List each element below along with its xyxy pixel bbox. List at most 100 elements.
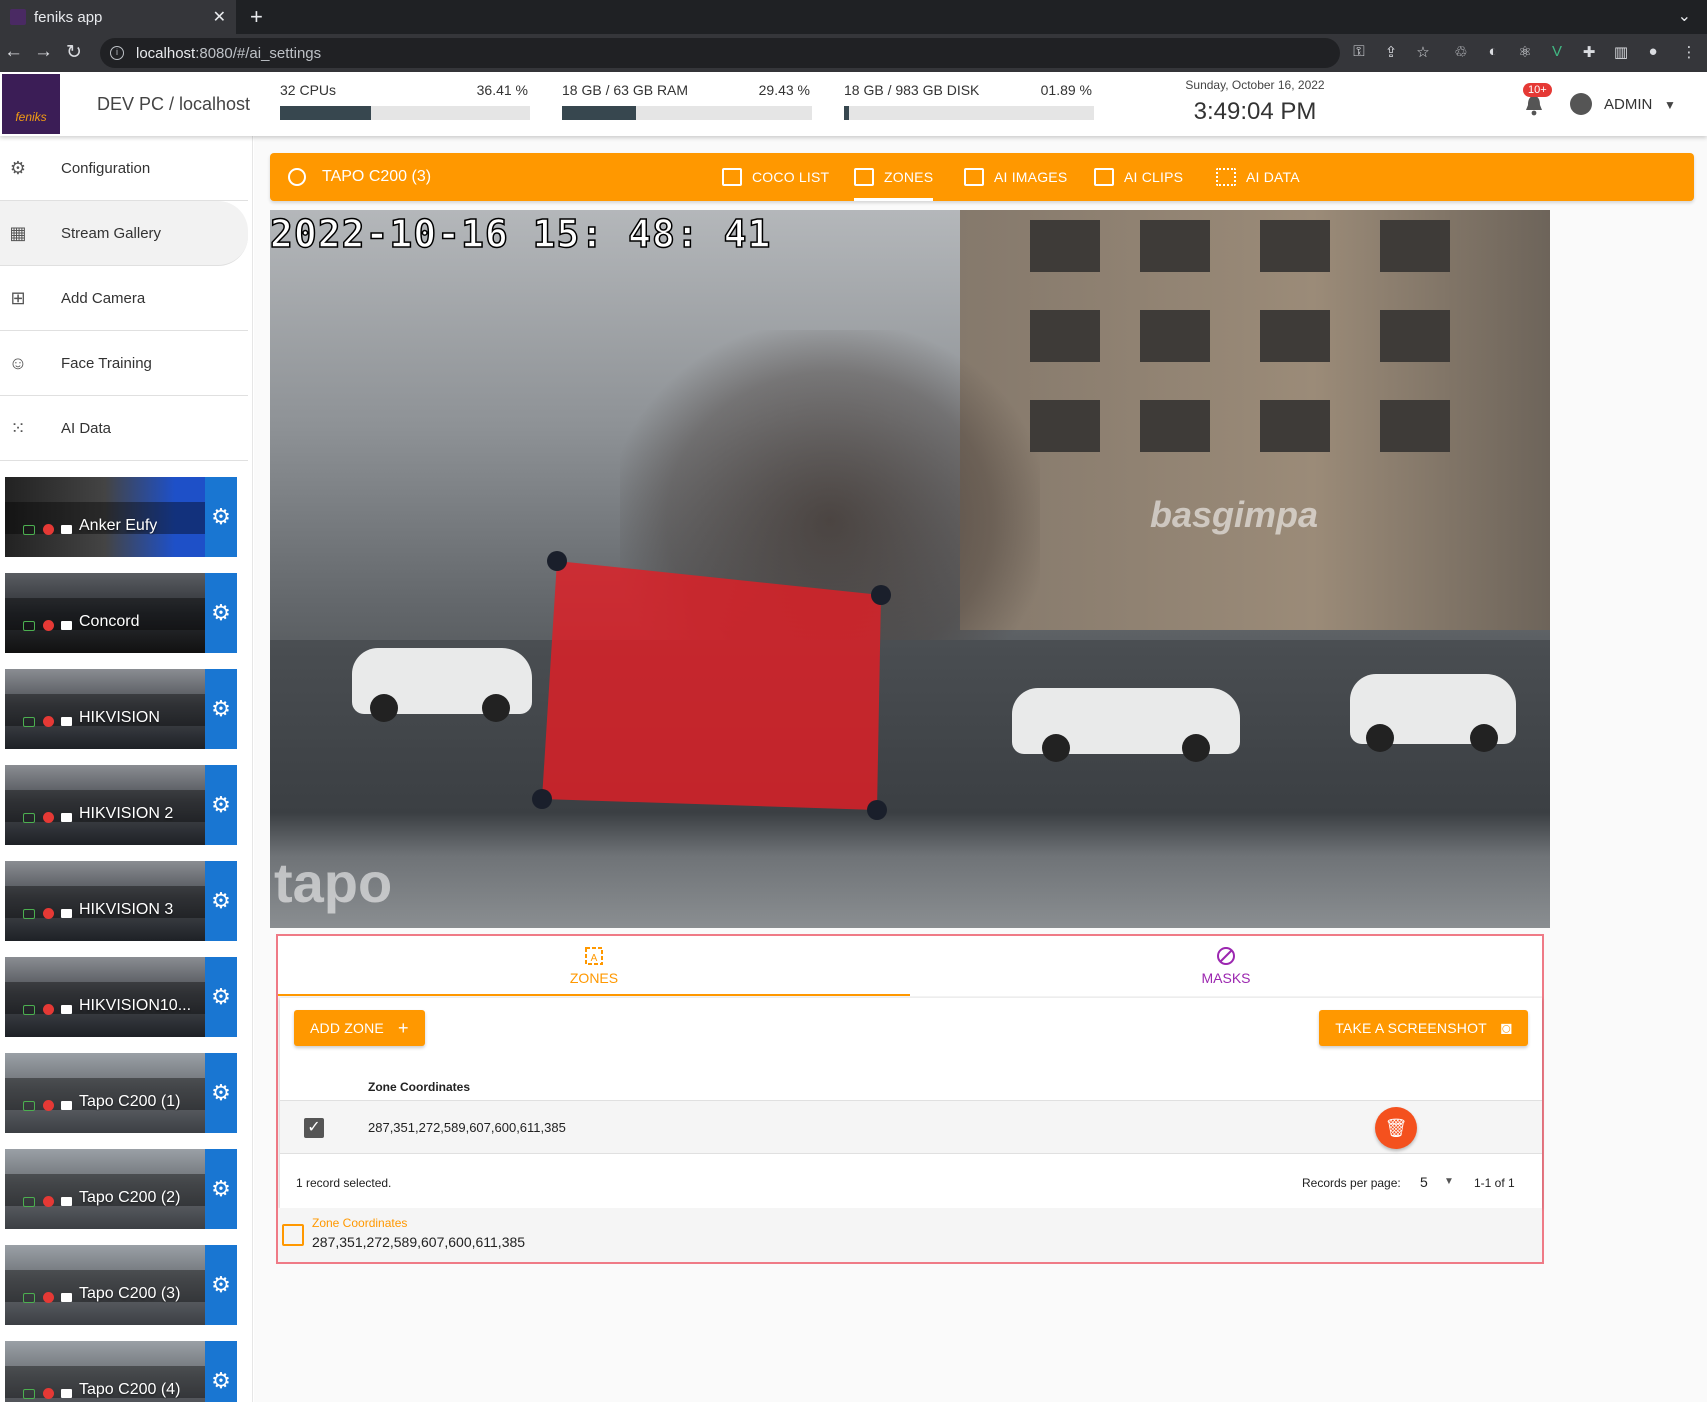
notification-badge: 10+ bbox=[1523, 83, 1552, 97]
tab-ai-data[interactable]: AI DATA bbox=[1216, 153, 1300, 201]
zone-overlay[interactable] bbox=[270, 210, 1550, 928]
tab-coco-list[interactable]: COCO LIST bbox=[722, 153, 829, 201]
camera-video-frame[interactable]: basgimpa 2022-10-16 15: 48: 41 tapo bbox=[270, 210, 1550, 928]
browser-menu-icon[interactable]: ⋮ bbox=[1680, 43, 1698, 61]
tab-zones[interactable]: ZONES bbox=[854, 153, 934, 201]
add-box-icon: ⊞ bbox=[10, 288, 26, 308]
take-screenshot-button[interactable]: TAKE A SCREENSHOT ◙ bbox=[1319, 1010, 1528, 1046]
camera-card[interactable]: HIKVISION 2 ⚙ bbox=[5, 765, 237, 845]
camera-thumbnail[interactable]: Tapo C200 (3) bbox=[5, 1245, 205, 1325]
zone-handle[interactable] bbox=[871, 585, 891, 605]
extensions-puzzle-icon[interactable]: ✚ bbox=[1580, 43, 1598, 61]
nav-item-add-camera[interactable]: ⊞ Add Camera bbox=[0, 266, 248, 331]
camera-card[interactable]: Concord ⚙ bbox=[5, 573, 237, 653]
camera-settings-gear-icon[interactable]: ⚙ bbox=[205, 669, 237, 749]
new-tab-icon[interactable]: + bbox=[250, 4, 263, 30]
tab-label: COCO LIST bbox=[752, 169, 830, 185]
tab-label: AI DATA bbox=[1246, 169, 1300, 185]
camera-thumbnail[interactable]: Anker Eufy bbox=[5, 477, 205, 557]
feniks-logo[interactable]: feniks bbox=[2, 74, 60, 134]
camera-thumbnail[interactable]: HIKVISION bbox=[5, 669, 205, 749]
camera-settings-gear-icon[interactable]: ⚙ bbox=[205, 957, 237, 1037]
tab-label: AI IMAGES bbox=[994, 169, 1068, 185]
records-per-page-select[interactable]: 5 bbox=[1420, 1174, 1428, 1190]
nav-item-configuration[interactable]: ⚙ Configuration bbox=[0, 136, 248, 201]
zone-handle[interactable] bbox=[547, 551, 567, 571]
profile-icon[interactable]: ● bbox=[1644, 43, 1662, 61]
tab-ai-clips[interactable]: AI CLIPS bbox=[1094, 153, 1183, 201]
camera-thumbnail[interactable]: Concord bbox=[5, 573, 205, 653]
share-icon[interactable]: ⇪ bbox=[1382, 43, 1400, 61]
camera-card[interactable]: Tapo C200 (1) ⚙ bbox=[5, 1053, 237, 1133]
extension-react-icon[interactable]: ⚛ bbox=[1516, 43, 1534, 61]
camera-settings-gear-icon[interactable]: ⚙ bbox=[205, 765, 237, 845]
record-dot-icon bbox=[43, 1004, 54, 1015]
camera-name: Tapo C200 (2) bbox=[79, 1189, 181, 1206]
logo-text: feniks bbox=[15, 110, 47, 124]
videocam-icon bbox=[61, 909, 72, 918]
tab-label: AI CLIPS bbox=[1124, 169, 1184, 185]
key-icon[interactable]: ⚿ bbox=[1350, 43, 1368, 61]
nav-item-face-training[interactable]: ☺ Face Training bbox=[0, 331, 248, 396]
disk-label: 18 GB / 983 GB DISK bbox=[844, 82, 980, 98]
camera-settings-gear-icon[interactable]: ⚙ bbox=[205, 1053, 237, 1133]
camera-settings-gear-icon[interactable]: ⚙ bbox=[205, 477, 237, 557]
camera-card[interactable]: Tapo C200 (4) ⚙ bbox=[5, 1341, 237, 1402]
camera-thumbnail[interactable]: Tapo C200 (2) bbox=[5, 1149, 205, 1229]
camera-title: TAPO C200 (3) bbox=[322, 168, 432, 185]
star-icon[interactable]: ☆ bbox=[1414, 43, 1432, 61]
delete-zone-button[interactable]: 🗑 bbox=[1375, 1107, 1417, 1149]
camera-thumbnail[interactable]: HIKVISION10... bbox=[5, 957, 205, 1037]
account-circle-icon[interactable] bbox=[1570, 93, 1592, 115]
user-menu-caret-icon[interactable]: ▼ bbox=[1664, 98, 1676, 112]
zone-handle[interactable] bbox=[867, 800, 887, 820]
close-tab-icon[interactable]: ✕ bbox=[213, 7, 226, 27]
site-info-icon[interactable]: i bbox=[110, 46, 124, 60]
table-row[interactable]: ✓ 287,351,272,589,607,600,611,385 🗑 bbox=[280, 1100, 1542, 1154]
camera-thumbnail[interactable]: HIKVISION 3 bbox=[5, 861, 205, 941]
camera-card[interactable]: HIKVISION ⚙ bbox=[5, 669, 237, 749]
ram-bar bbox=[562, 106, 812, 120]
reload-icon[interactable]: ↻ bbox=[66, 41, 82, 64]
extension-circle-icon[interactable]: ◐ bbox=[1484, 43, 1502, 61]
nav-item-stream-gallery[interactable]: ▦ Stream Gallery bbox=[0, 201, 248, 266]
camera-card[interactable]: HIKVISION 3 ⚙ bbox=[5, 861, 237, 941]
tab-masks-editor[interactable]: MASKS bbox=[910, 936, 1542, 996]
browser-tab[interactable]: feniks app ✕ bbox=[0, 0, 236, 34]
camera-thumbnail[interactable]: HIKVISION 2 bbox=[5, 765, 205, 845]
forward-icon[interactable]: → bbox=[34, 41, 53, 63]
extension-vue-icon[interactable]: V bbox=[1548, 43, 1566, 61]
camera-thumbnail[interactable]: Tapo C200 (4) bbox=[5, 1341, 205, 1402]
camera-settings-gear-icon[interactable]: ⚙ bbox=[205, 1149, 237, 1229]
tab-search-chevron-icon[interactable]: ⌄ bbox=[1678, 6, 1691, 26]
videocam-icon bbox=[61, 1197, 72, 1206]
side-panel-icon[interactable]: ▥ bbox=[1612, 43, 1630, 61]
camera-card[interactable]: Tapo C200 (2) ⚙ bbox=[5, 1149, 237, 1229]
zone-polygon[interactable] bbox=[542, 561, 881, 810]
camera-card[interactable]: HIKVISION10... ⚙ bbox=[5, 957, 237, 1037]
row-checkbox[interactable]: ✓ bbox=[304, 1118, 324, 1138]
user-name[interactable]: ADMIN bbox=[1604, 96, 1652, 113]
camera-settings-gear-icon[interactable]: ⚙ bbox=[205, 1341, 237, 1402]
url-field[interactable]: i localhost :8080/#/ai_settings bbox=[100, 38, 1340, 68]
camera-settings-icon bbox=[288, 168, 306, 186]
add-zone-button[interactable]: ADD ZONE + bbox=[294, 1010, 425, 1046]
nav-item-ai-data[interactable]: ⁙ AI Data bbox=[0, 396, 248, 461]
notifications-bell-icon[interactable] bbox=[1524, 94, 1544, 116]
stream-icon bbox=[23, 525, 35, 535]
camera-settings-gear-icon[interactable]: ⚙ bbox=[205, 1245, 237, 1325]
records-per-page-caret-icon[interactable]: ▼ bbox=[1444, 1176, 1454, 1187]
camera-thumbnail[interactable]: Tapo C200 (1) bbox=[5, 1053, 205, 1133]
camera-card[interactable]: Tapo C200 (3) ⚙ bbox=[5, 1245, 237, 1325]
back-icon[interactable]: ← bbox=[4, 41, 23, 63]
camera-settings-gear-icon[interactable]: ⚙ bbox=[205, 573, 237, 653]
tab-zones-editor[interactable]: A ZONES bbox=[278, 936, 910, 996]
camera-name: HIKVISION 3 bbox=[79, 901, 174, 918]
camera-card[interactable]: Anker Eufy ⚙ bbox=[5, 477, 237, 557]
camera-settings-gear-icon[interactable]: ⚙ bbox=[205, 861, 237, 941]
extension-recycle-icon[interactable]: ♲ bbox=[1452, 43, 1470, 61]
tab-ai-images[interactable]: AI IMAGES bbox=[964, 153, 1067, 201]
zone-handle[interactable] bbox=[532, 789, 552, 809]
current-time: 3:49:04 PM bbox=[1193, 98, 1317, 125]
camera-name: Tapo C200 (4) bbox=[79, 1381, 181, 1398]
